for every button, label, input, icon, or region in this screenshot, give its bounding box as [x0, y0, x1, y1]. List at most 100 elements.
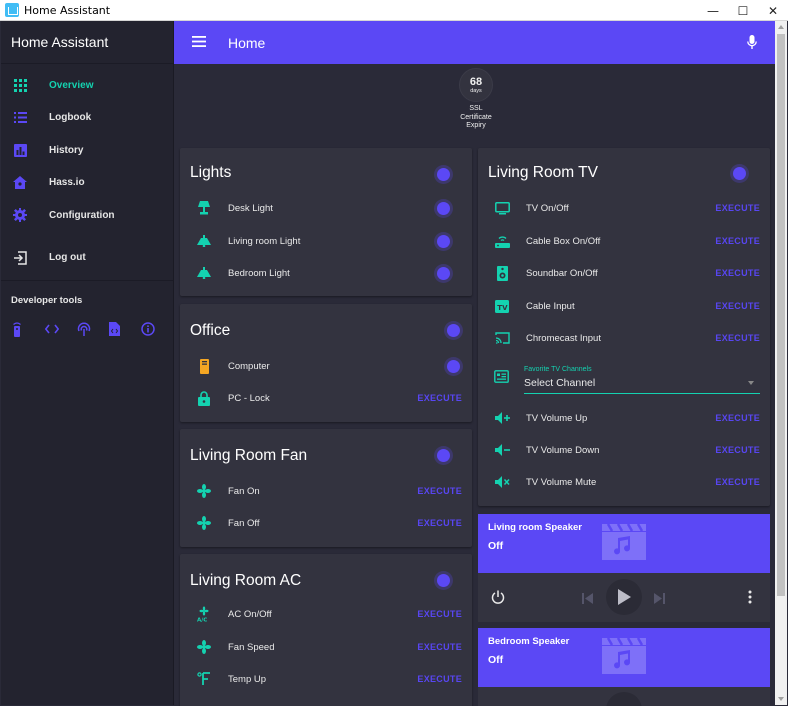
scroll-down-arrow[interactable]	[778, 697, 784, 701]
svg-text:A/C: A/C	[197, 618, 207, 623]
execute-button[interactable]: EXECUTE	[715, 203, 760, 213]
fan-icon	[196, 639, 212, 655]
sidebar-item-logbook[interactable]: Logbook	[1, 102, 173, 135]
entity-row: PC - Lock EXECUTE	[180, 382, 472, 414]
execute-button[interactable]: EXECUTE	[417, 393, 462, 403]
ceiling-light-icon	[196, 265, 212, 281]
broadcast-icon[interactable]	[77, 321, 109, 337]
sidebar-item-overview[interactable]: Overview	[1, 69, 173, 102]
lights-card: Lights Desk Light Living room Light Bedr…	[180, 148, 472, 296]
sidebar-item-label: Configuration	[49, 209, 115, 221]
power-icon[interactable]	[491, 590, 505, 609]
entity-name: Desk Light	[228, 202, 273, 214]
badge-value: 68	[469, 75, 483, 88]
card-title: Living Room AC	[190, 572, 302, 589]
microphone-icon[interactable]	[747, 35, 757, 55]
home-assistant-app-icon	[5, 3, 19, 17]
more-vert-icon[interactable]	[748, 590, 752, 609]
badge-circle: 68 days	[459, 68, 493, 102]
scroll-up-arrow[interactable]	[778, 25, 784, 29]
office-group-toggle[interactable]	[447, 324, 460, 337]
skip-next-icon[interactable]	[654, 591, 665, 609]
bedroom-light-toggle[interactable]	[437, 266, 450, 280]
entity-row: TV On/Off EXECUTE	[478, 192, 770, 224]
sidebar-item-hassio[interactable]: Hass.io	[1, 167, 173, 200]
sidebar: Home Assistant Overview Logbook History …	[1, 21, 174, 705]
entity-row: Soundbar On/Off EXECUTE	[478, 257, 770, 289]
fan-icon	[196, 515, 212, 531]
media-controls	[478, 573, 770, 622]
window-titlebar: Home Assistant — ☐ ✕	[0, 0, 788, 21]
entity-name: Chromecast Input	[526, 332, 601, 344]
badge-label: SSL Certificate Expiry	[460, 105, 492, 129]
favorite-channels-select[interactable]: Favorite TV Channels Select Channel	[478, 360, 770, 400]
close-button[interactable]: ✕	[758, 0, 788, 21]
execute-button[interactable]: EXECUTE	[715, 268, 760, 278]
remote-icon[interactable]	[13, 321, 45, 337]
desktop-tower-icon	[196, 358, 212, 374]
ssl-expiry-badge[interactable]: 68 days SSL Certificate Expiry	[458, 68, 494, 131]
window-title: Home Assistant	[24, 3, 111, 17]
select-label: Favorite TV Channels	[524, 366, 592, 373]
list-icon	[13, 111, 27, 125]
maximize-button[interactable]: ☐	[728, 0, 758, 21]
entity-row: Fan Speed EXECUTE	[180, 631, 472, 663]
minimize-button[interactable]: —	[698, 0, 728, 21]
logout-icon	[13, 251, 27, 265]
execute-button[interactable]: EXECUTE	[417, 674, 462, 684]
info-icon[interactable]	[141, 321, 173, 337]
execute-button[interactable]: EXECUTE	[417, 518, 462, 528]
execute-button[interactable]: EXECUTE	[417, 486, 462, 496]
entity-name: Bedroom Light	[228, 267, 290, 279]
execute-button[interactable]: EXECUTE	[417, 642, 462, 652]
media-header: Bedroom Speaker Off	[478, 628, 770, 687]
living-room-light-toggle[interactable]	[437, 234, 450, 248]
card-title: Lights	[190, 164, 232, 181]
execute-button[interactable]: EXECUTE	[715, 333, 760, 343]
window-controls: — ☐ ✕	[698, 0, 788, 21]
lights-group-toggle[interactable]	[437, 168, 450, 181]
entity-name: TV Volume Up	[526, 412, 588, 424]
play-button[interactable]	[606, 692, 642, 706]
sidebar-item-label: Overview	[49, 79, 94, 91]
television-icon	[494, 200, 510, 216]
desk-light-toggle[interactable]	[437, 201, 450, 215]
code-icon[interactable]	[45, 321, 77, 337]
desk-lamp-icon	[196, 200, 212, 216]
skip-previous-icon[interactable]	[582, 591, 593, 609]
media-header: Living room Speaker Off	[478, 514, 770, 573]
execute-button[interactable]: EXECUTE	[715, 477, 760, 487]
computer-toggle[interactable]	[447, 359, 460, 373]
sidebar-item-configuration[interactable]: Configuration	[1, 199, 173, 232]
execute-button[interactable]: EXECUTE	[417, 609, 462, 619]
chart-icon	[13, 143, 27, 157]
execute-button[interactable]: EXECUTE	[715, 236, 760, 246]
tv-group-toggle[interactable]	[733, 167, 746, 180]
card-title: Living Room Fan	[190, 447, 308, 464]
sidebar-item-logout[interactable]: Log out	[1, 242, 173, 275]
entity-row: Cable Box On/Off EXECUTE	[478, 225, 770, 257]
sidebar-item-label: History	[49, 144, 84, 156]
execute-button[interactable]: EXECUTE	[715, 413, 760, 423]
execute-button[interactable]: EXECUTE	[715, 445, 760, 455]
entity-name: AC On/Off	[228, 608, 272, 620]
page-title: Home	[228, 34, 266, 51]
ac-group-toggle[interactable]	[437, 574, 450, 587]
scrollbar[interactable]	[775, 21, 787, 705]
entity-row: TV Volume Up EXECUTE	[478, 402, 770, 434]
play-button[interactable]	[606, 579, 642, 615]
chevron-down-icon	[748, 381, 754, 385]
bedroom-speaker-card: Bedroom Speaker Off	[478, 628, 770, 706]
sidebar-item-label: Hass.io	[49, 177, 85, 189]
office-card: Office Computer PC - Lock EXECUTE	[180, 304, 472, 422]
execute-button[interactable]: EXECUTE	[715, 301, 760, 311]
menu-icon[interactable]	[192, 34, 208, 52]
file-code-icon[interactable]	[109, 321, 141, 337]
living-room-tv-card: Living Room TV TV On/Off EXECUTE Cable B…	[478, 148, 770, 506]
entity-row: A/C AC On/Off EXECUTE	[180, 598, 472, 630]
music-video-icon	[602, 637, 646, 674]
scroll-thumb[interactable]	[777, 34, 785, 596]
sidebar-item-history[interactable]: History	[1, 134, 173, 167]
fan-group-toggle[interactable]	[437, 449, 450, 462]
entity-name: Temp Up	[228, 673, 267, 685]
